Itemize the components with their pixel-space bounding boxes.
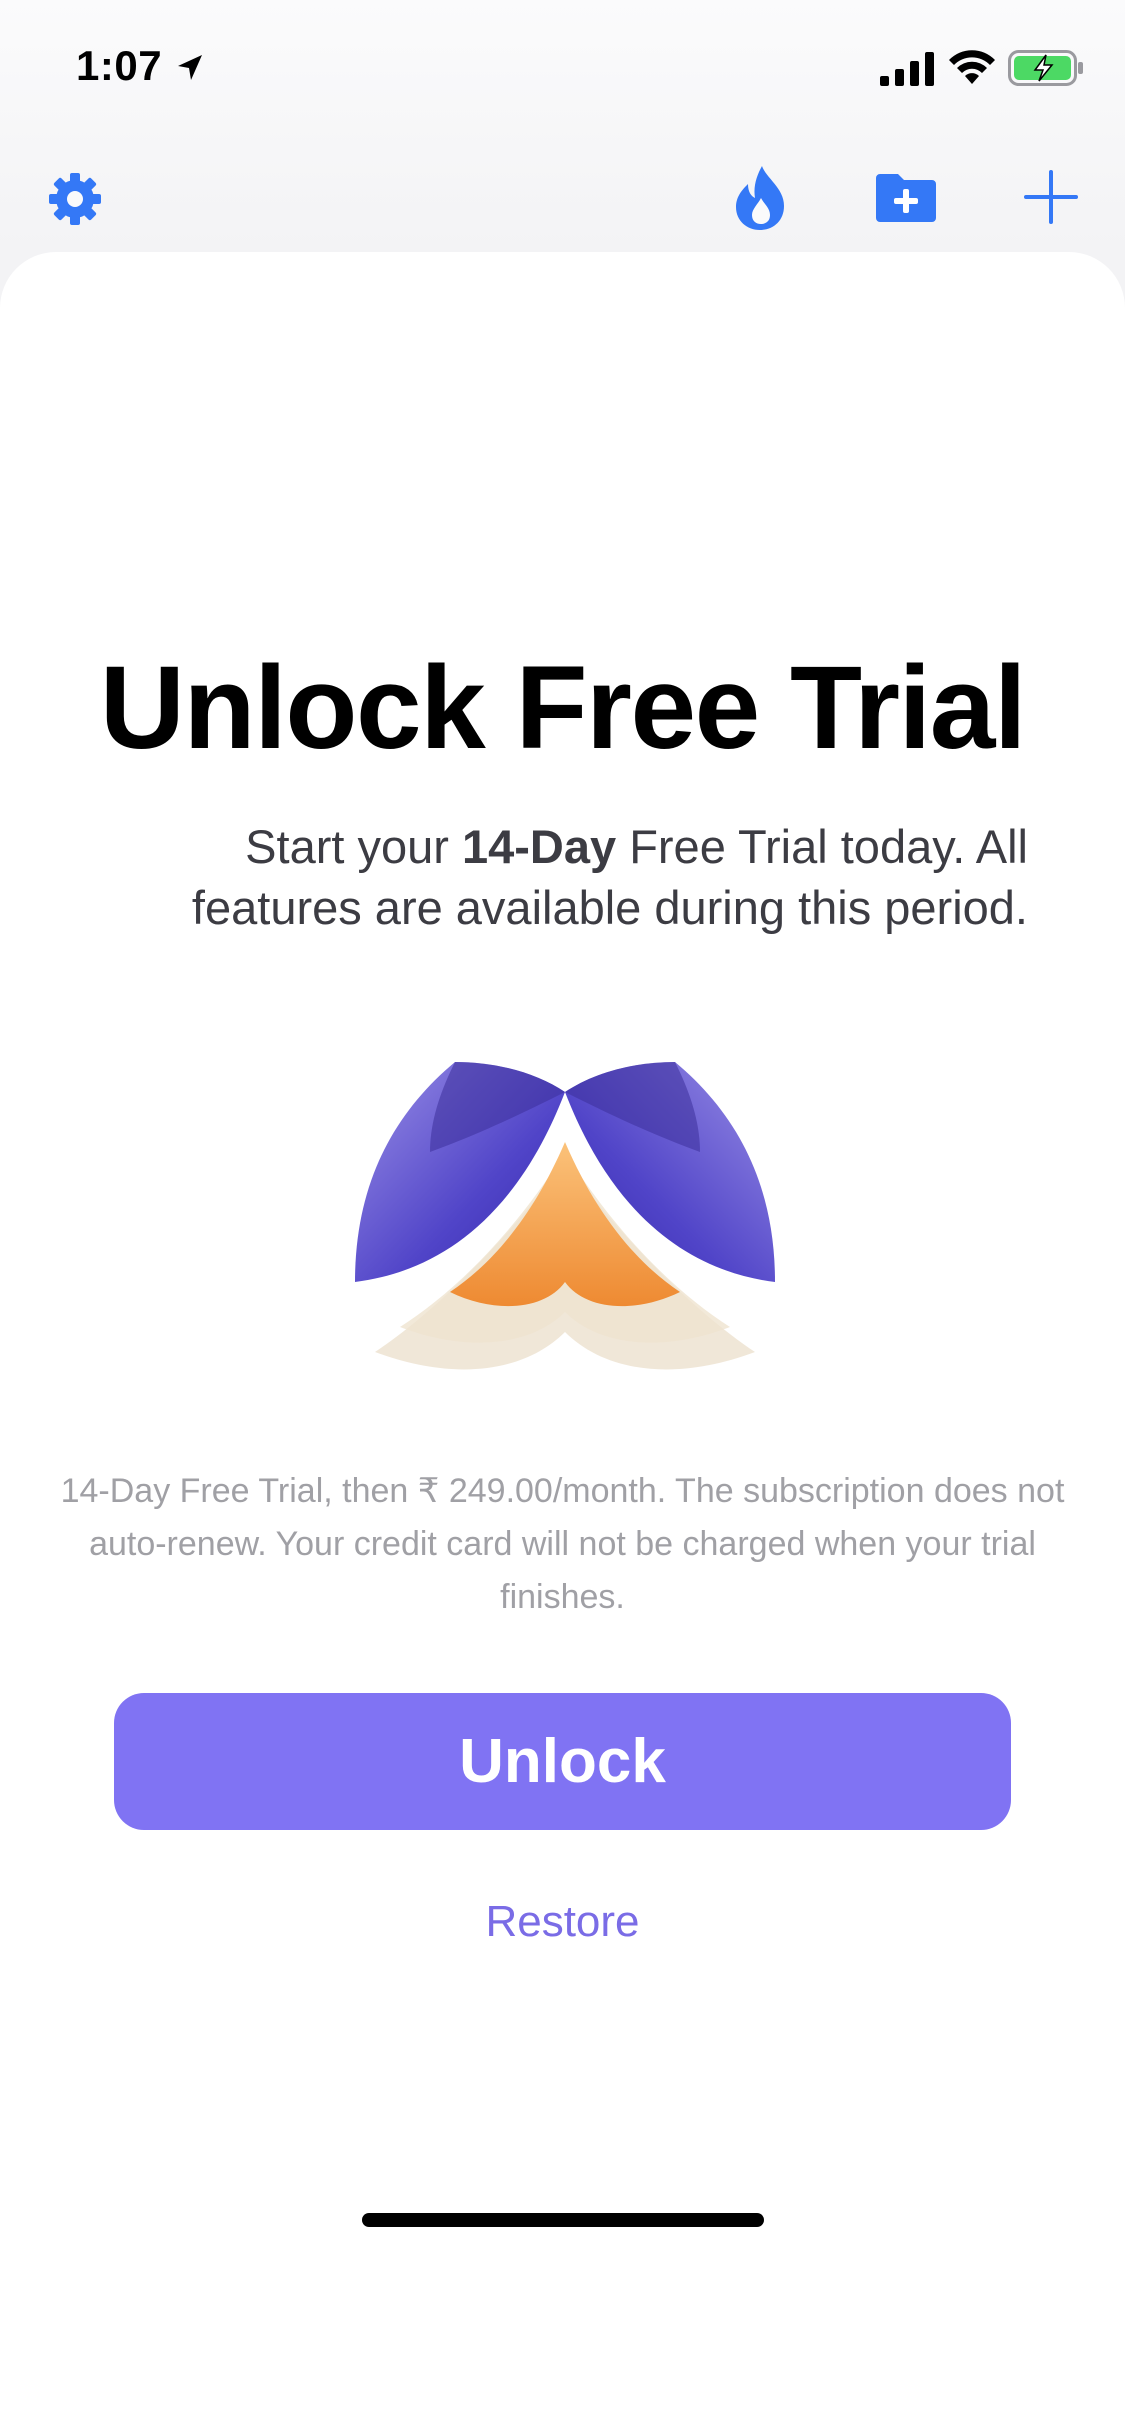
nav-bar xyxy=(0,150,1125,250)
folder-add-icon[interactable] xyxy=(876,170,936,222)
cellular-signal-icon xyxy=(880,52,934,86)
battery-charging-icon xyxy=(1008,50,1083,86)
screen: 1:07 Unlock Free Trial Start your 14-Day… xyxy=(0,0,1125,2436)
unlock-button[interactable]: Unlock xyxy=(114,1693,1011,1830)
location-arrow-icon xyxy=(178,55,202,80)
status-bar: 1:07 xyxy=(0,0,1125,135)
paywall-subtitle: Start your 14-Day Free Trial today. All … xyxy=(100,816,1028,938)
subtitle-prefix: Start your xyxy=(245,820,462,873)
home-indicator[interactable] xyxy=(362,2213,764,2227)
subtitle-trial-length: 14-Day xyxy=(461,820,617,873)
wifi-icon xyxy=(949,50,995,84)
paywall-title: Unlock Free Trial xyxy=(99,642,1027,774)
plus-icon[interactable] xyxy=(1022,168,1080,226)
open-book-illustration xyxy=(355,1062,775,1370)
subscription-terms: 14-Day Free Trial, then ₹ 249.00/month. … xyxy=(60,1472,1065,1616)
gear-icon[interactable] xyxy=(46,170,104,228)
status-time: 1:07 xyxy=(76,42,163,89)
flame-icon[interactable] xyxy=(732,164,788,232)
restore-link[interactable]: Restore xyxy=(0,1897,1125,1947)
